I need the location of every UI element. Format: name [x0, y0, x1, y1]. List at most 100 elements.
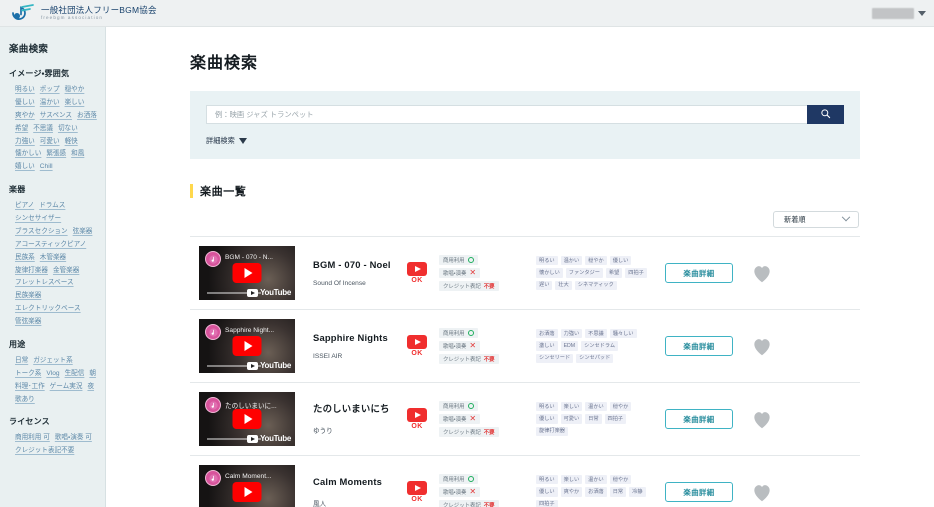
sidebar-tag[interactable]: フレットレスベース — [15, 278, 74, 289]
song-tag[interactable]: 明るい — [536, 402, 558, 412]
song-tag[interactable]: 騒々しい — [609, 329, 637, 339]
advanced-search-toggle[interactable]: 詳細検索 — [206, 136, 844, 146]
song-tag[interactable]: 四拍子 — [625, 268, 647, 278]
heart-icon[interactable] — [751, 336, 773, 356]
song-title[interactable]: たのしいまいにち — [313, 403, 395, 416]
sidebar-tag[interactable]: 金管楽器 — [53, 266, 79, 277]
sidebar-tag[interactable]: 不思議 — [33, 124, 53, 135]
play-overlay-icon[interactable] — [232, 336, 262, 356]
song-detail-button[interactable]: 楽曲詳細 — [665, 263, 733, 283]
sidebar-tag[interactable]: ガジェット系 — [33, 356, 73, 367]
heart-icon[interactable] — [751, 482, 773, 502]
sidebar-tag[interactable]: 軽快 — [65, 137, 78, 148]
sidebar-tag[interactable]: 切ない — [58, 124, 78, 135]
song-tag[interactable]: 明るい — [536, 256, 558, 266]
sidebar-tag[interactable]: 力強い — [15, 137, 35, 148]
song-title[interactable]: BGM - 070 - Noel — [313, 259, 395, 272]
song-tag[interactable]: 激しい — [536, 341, 558, 351]
song-tag[interactable]: 冷静 — [629, 487, 646, 497]
song-tag[interactable]: シンセリード — [536, 353, 574, 363]
sidebar-tag[interactable]: 弦楽器 — [73, 227, 93, 238]
song-tag[interactable]: 日常 — [585, 414, 602, 424]
heart-icon[interactable] — [751, 409, 773, 429]
play-button[interactable] — [407, 481, 427, 495]
sidebar-tag[interactable]: 日常 — [15, 356, 28, 367]
sidebar-tag[interactable]: ピアノ — [15, 201, 34, 212]
chevron-down-icon[interactable] — [918, 10, 926, 16]
song-title[interactable]: Sapphire Nights — [313, 332, 395, 345]
sidebar-tag[interactable]: Chill — [40, 162, 53, 173]
song-tag[interactable]: 温かい — [585, 475, 607, 485]
sidebar-tag[interactable]: 歌あり — [15, 395, 35, 406]
youtube-thumbnail[interactable]: BGM - 070 - N... YouTube — [199, 246, 295, 300]
sidebar-tag[interactable]: ゲーム実況 — [50, 382, 83, 393]
sidebar-tag[interactable]: アコースティックピアノ — [15, 240, 86, 251]
sidebar-tag[interactable]: エレクトリックベース — [15, 304, 81, 315]
song-tag[interactable]: シンセドラム — [581, 341, 619, 351]
sidebar-tag[interactable]: 民族系 — [15, 253, 35, 264]
search-button[interactable] — [807, 105, 844, 124]
song-tag[interactable]: 楽しい — [560, 402, 583, 412]
sidebar-tag[interactable]: 緊張感 — [46, 149, 66, 160]
sidebar-tag[interactable]: 優しい — [15, 98, 35, 109]
play-overlay-icon[interactable] — [232, 482, 262, 502]
youtube-thumbnail[interactable]: Sapphire Night... YouTube — [199, 319, 295, 373]
song-title[interactable]: Calm Moments — [313, 476, 395, 489]
song-tag[interactable]: 優しい — [536, 487, 558, 497]
song-tag[interactable]: 爽やか — [560, 487, 583, 497]
song-tag[interactable]: 四拍子 — [604, 414, 627, 424]
sidebar-tag[interactable]: Vlog — [46, 369, 59, 380]
sidebar-tag[interactable]: 爽やか — [15, 111, 35, 122]
song-tag[interactable]: 明るい — [536, 475, 558, 485]
song-tag[interactable]: お洒落 — [536, 329, 558, 339]
song-tag[interactable]: 穏やか — [585, 256, 607, 266]
play-overlay-icon[interactable] — [232, 409, 262, 429]
sidebar-tag[interactable]: ブラスセクション — [15, 227, 68, 238]
song-tag[interactable]: EDM — [560, 341, 579, 351]
song-tag[interactable]: 不思議 — [585, 329, 607, 339]
sidebar-tag[interactable]: 穏やか — [65, 85, 85, 96]
sidebar-tag[interactable]: 生配信 — [65, 369, 85, 380]
sidebar-tag[interactable]: 懐かしい — [15, 149, 41, 160]
song-detail-button[interactable]: 楽曲詳細 — [665, 409, 733, 429]
song-tag[interactable]: 希望 — [605, 268, 623, 278]
sidebar-tag[interactable]: 料理･工作 — [15, 382, 45, 393]
song-tag[interactable]: 温かい — [560, 256, 583, 266]
song-tag[interactable]: シネマティック — [574, 280, 617, 290]
song-tag[interactable]: 四拍子 — [536, 499, 558, 507]
sidebar-tag[interactable]: シンセサイザー — [15, 214, 61, 225]
sidebar-tag[interactable]: 旋律打楽器 — [15, 266, 48, 277]
song-tag[interactable]: シンセパッド — [576, 353, 614, 363]
song-tag[interactable]: 穏やか — [609, 475, 632, 485]
song-tag[interactable]: 遅い — [536, 280, 553, 290]
sidebar-tag[interactable]: 商用利用 可 — [15, 433, 50, 444]
sidebar-tag[interactable]: 温かい — [40, 98, 60, 109]
sidebar-tag[interactable]: 明るい — [15, 85, 35, 96]
play-button[interactable] — [407, 408, 427, 422]
search-input[interactable] — [206, 105, 807, 124]
sidebar-tag[interactable]: 夜 — [87, 382, 94, 393]
sidebar-tag[interactable]: 嬉しい — [15, 162, 35, 173]
sidebar-tag[interactable]: 朝 — [89, 369, 96, 380]
song-tag[interactable]: 旋律打楽器 — [536, 426, 568, 436]
sidebar-tag[interactable]: ポップ — [40, 85, 60, 96]
heart-icon[interactable] — [751, 263, 773, 283]
sidebar-tag[interactable]: サスペンス — [40, 111, 72, 122]
song-tag[interactable]: 壮大 — [555, 280, 572, 290]
song-tag[interactable]: 力強い — [560, 329, 583, 339]
sidebar-tag[interactable]: クレジット表記不要 — [15, 446, 74, 457]
play-button[interactable] — [407, 335, 427, 349]
song-detail-button[interactable]: 楽曲詳細 — [665, 336, 733, 356]
account-menu[interactable] — [872, 7, 926, 19]
song-tag[interactable]: 懐かしい — [536, 268, 563, 278]
song-tag[interactable]: ファンタジー — [565, 268, 603, 278]
sort-select[interactable]: 新着順 — [773, 211, 859, 228]
song-tag[interactable]: 温かい — [585, 402, 607, 412]
song-tag[interactable]: お洒落 — [585, 487, 607, 497]
sidebar-tag[interactable]: 希望 — [15, 124, 28, 135]
song-tag[interactable]: 優しい — [536, 414, 558, 424]
song-detail-button[interactable]: 楽曲詳細 — [665, 482, 733, 502]
song-tag[interactable]: 楽しい — [560, 475, 583, 485]
sidebar-tag[interactable]: 和風 — [71, 149, 84, 160]
play-overlay-icon[interactable] — [232, 263, 262, 283]
